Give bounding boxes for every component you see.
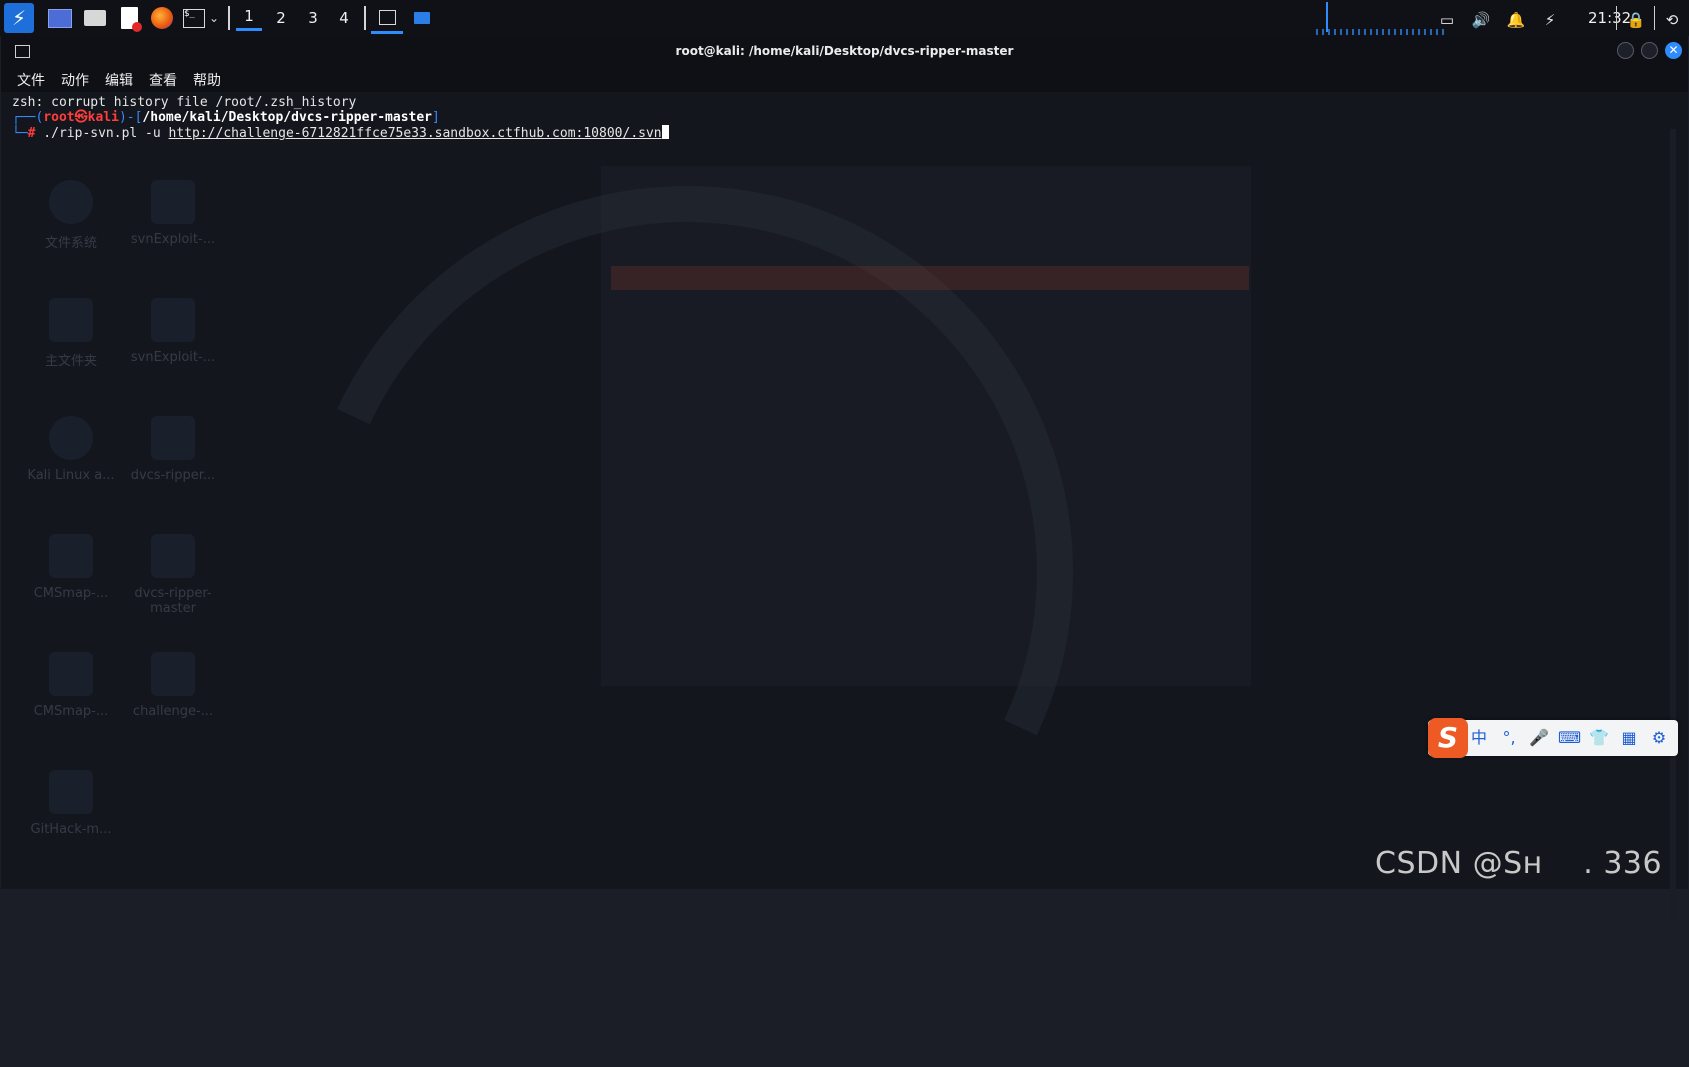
- root-warning-ghost: [611, 266, 1249, 290]
- taskbar-terminal-window[interactable]: [371, 3, 403, 34]
- desktop-icon-label: CMSmap-...: [33, 586, 109, 601]
- skin-shirt-icon[interactable]: 👕: [1588, 727, 1610, 749]
- ime-toolbar[interactable]: S 中 °, 🎤 ⌨ 👕 ▦ ⚙: [1428, 718, 1678, 758]
- zip-icon: [49, 770, 93, 814]
- notification-bell-icon[interactable]: 🔔: [1505, 7, 1527, 33]
- ime-mode-toggle[interactable]: 中: [1468, 727, 1490, 749]
- folder-icon: [49, 652, 93, 696]
- text-editor-icon[interactable]: [117, 5, 142, 32]
- zip-icon: [151, 416, 195, 460]
- desktop-icon-label: dvcs-ripper- master: [134, 586, 212, 616]
- terminal-command-line[interactable]: └─# ./rip-svn.pl -u http://challenge-671…: [12, 125, 669, 141]
- prompt-prefix: ┌──(: [12, 110, 44, 125]
- terminal-window: 文件系统 svnExploit-... 主文件夹 svnExploit-... …: [1, 36, 1688, 1067]
- folder-icon: [151, 534, 195, 578]
- terminal-prompt-line: ┌──(root㉿kali)-[/home/kali/Desktop/dvcs-…: [12, 110, 440, 125]
- prompt-end: ]: [432, 110, 440, 125]
- desktop-icon-label: challenge-...: [132, 704, 214, 719]
- chevron-down-icon[interactable]: ⌄: [207, 5, 221, 31]
- file-manager-icon[interactable]: [83, 5, 107, 31]
- taskbar-folder-window[interactable]: [410, 5, 434, 31]
- menu-actions[interactable]: 动作: [61, 70, 89, 90]
- cpu-graph-bar: [1326, 2, 1328, 32]
- panel-separator: [228, 6, 230, 30]
- zip-icon: [151, 652, 195, 696]
- workspace-4[interactable]: 4: [331, 5, 357, 31]
- terminal-line: zsh: corrupt history file /root/.zsh_his…: [12, 95, 357, 110]
- terminal-output[interactable]: zsh: corrupt history file /root/.zsh_his…: [12, 95, 669, 155]
- power-status-icon[interactable]: ⚡: [1539, 7, 1561, 33]
- home-folder-icon: [49, 298, 93, 342]
- ime-punct-toggle[interactable]: °,: [1498, 727, 1520, 749]
- prompt-user: root㉿kali: [43, 110, 119, 125]
- file-manager-ghost: [601, 166, 1251, 686]
- desktop-icon-label: GitHack-m...: [30, 822, 112, 837]
- prompt-mid: )-[: [118, 110, 143, 125]
- menu-view[interactable]: 查看: [149, 70, 177, 90]
- cpu-graph: [1316, 29, 1446, 35]
- workspace-3[interactable]: 3: [300, 5, 326, 31]
- kali-menu-icon[interactable]: ⚡: [4, 3, 34, 33]
- desktop-icon-label: Kali Linux a...: [27, 468, 115, 483]
- drive-icon: [49, 180, 93, 224]
- desktop-icon-label: 文件系统: [44, 236, 97, 251]
- microphone-icon[interactable]: 🎤: [1528, 727, 1550, 749]
- desktop-icon-label: 主文件夹: [44, 354, 97, 369]
- firefox-icon[interactable]: [150, 5, 174, 31]
- prompt2-prefix: └─: [12, 126, 28, 141]
- workspace-2[interactable]: 2: [268, 5, 294, 31]
- volume-icon[interactable]: 🔊: [1470, 7, 1492, 33]
- disc-icon: [49, 416, 93, 460]
- top-panel: ⚡ $_ ⌄ 1 2 3 4 ▭ 🔊 🔔 ⚡ 21:32 🔒 ⟲: [0, 0, 1689, 36]
- command-text: ./rip-svn.pl -u: [35, 126, 169, 141]
- minimize-button[interactable]: [1617, 42, 1634, 59]
- screen-icon[interactable]: ▭: [1436, 7, 1458, 33]
- window-titlebar[interactable]: root@kali: /home/kali/Desktop/dvcs-rippe…: [1, 36, 1688, 66]
- menu-bar: 文件 动作 编辑 查看 帮助: [1, 66, 1688, 92]
- terminal-launcher-icon[interactable]: $_: [182, 5, 206, 31]
- menu-edit[interactable]: 编辑: [105, 70, 133, 90]
- panel-separator: [364, 6, 366, 30]
- logout-icon[interactable]: ⟲: [1661, 7, 1683, 33]
- csdn-watermark: CSDN @Sʜ . 336: [1375, 846, 1663, 881]
- panel-separator: [1654, 6, 1655, 30]
- menu-file[interactable]: 文件: [17, 70, 45, 90]
- terminal-scrollbar[interactable]: [1670, 129, 1676, 921]
- menu-help[interactable]: 帮助: [193, 70, 221, 90]
- command-url[interactable]: http://challenge-6712821ffce75e33.sandbo…: [169, 126, 662, 141]
- desktop-icon-label: CMSmap-...: [33, 704, 109, 719]
- maximize-button[interactable]: [1641, 42, 1658, 59]
- text-cursor: [661, 125, 669, 139]
- zip-icon: [49, 534, 93, 578]
- desktop-icon-label: svnExploit-...: [130, 350, 216, 365]
- desktop-icon-label: dvcs-ripper...: [130, 468, 216, 483]
- lock-icon[interactable]: 🔒: [1625, 7, 1647, 33]
- close-button[interactable]: ✕: [1665, 42, 1682, 59]
- apps-grid-icon[interactable]: ▦: [1618, 727, 1640, 749]
- zip-icon: [151, 180, 195, 224]
- window-title: root@kali: /home/kali/Desktop/dvcs-rippe…: [675, 44, 1014, 58]
- sogou-logo-icon[interactable]: S: [1428, 718, 1468, 758]
- panel-separator: [1616, 6, 1617, 30]
- prompt-path: /home/kali/Desktop/dvcs-ripper-master: [142, 110, 433, 125]
- keyboard-icon[interactable]: ⌨: [1558, 727, 1581, 749]
- desktop-icon-label: svnExploit-...: [130, 232, 216, 247]
- toolbox-icon[interactable]: ⚙: [1648, 727, 1670, 749]
- show-desktop-icon[interactable]: [48, 5, 72, 31]
- workspace-1[interactable]: 1: [236, 3, 262, 31]
- folder-icon: [151, 298, 195, 342]
